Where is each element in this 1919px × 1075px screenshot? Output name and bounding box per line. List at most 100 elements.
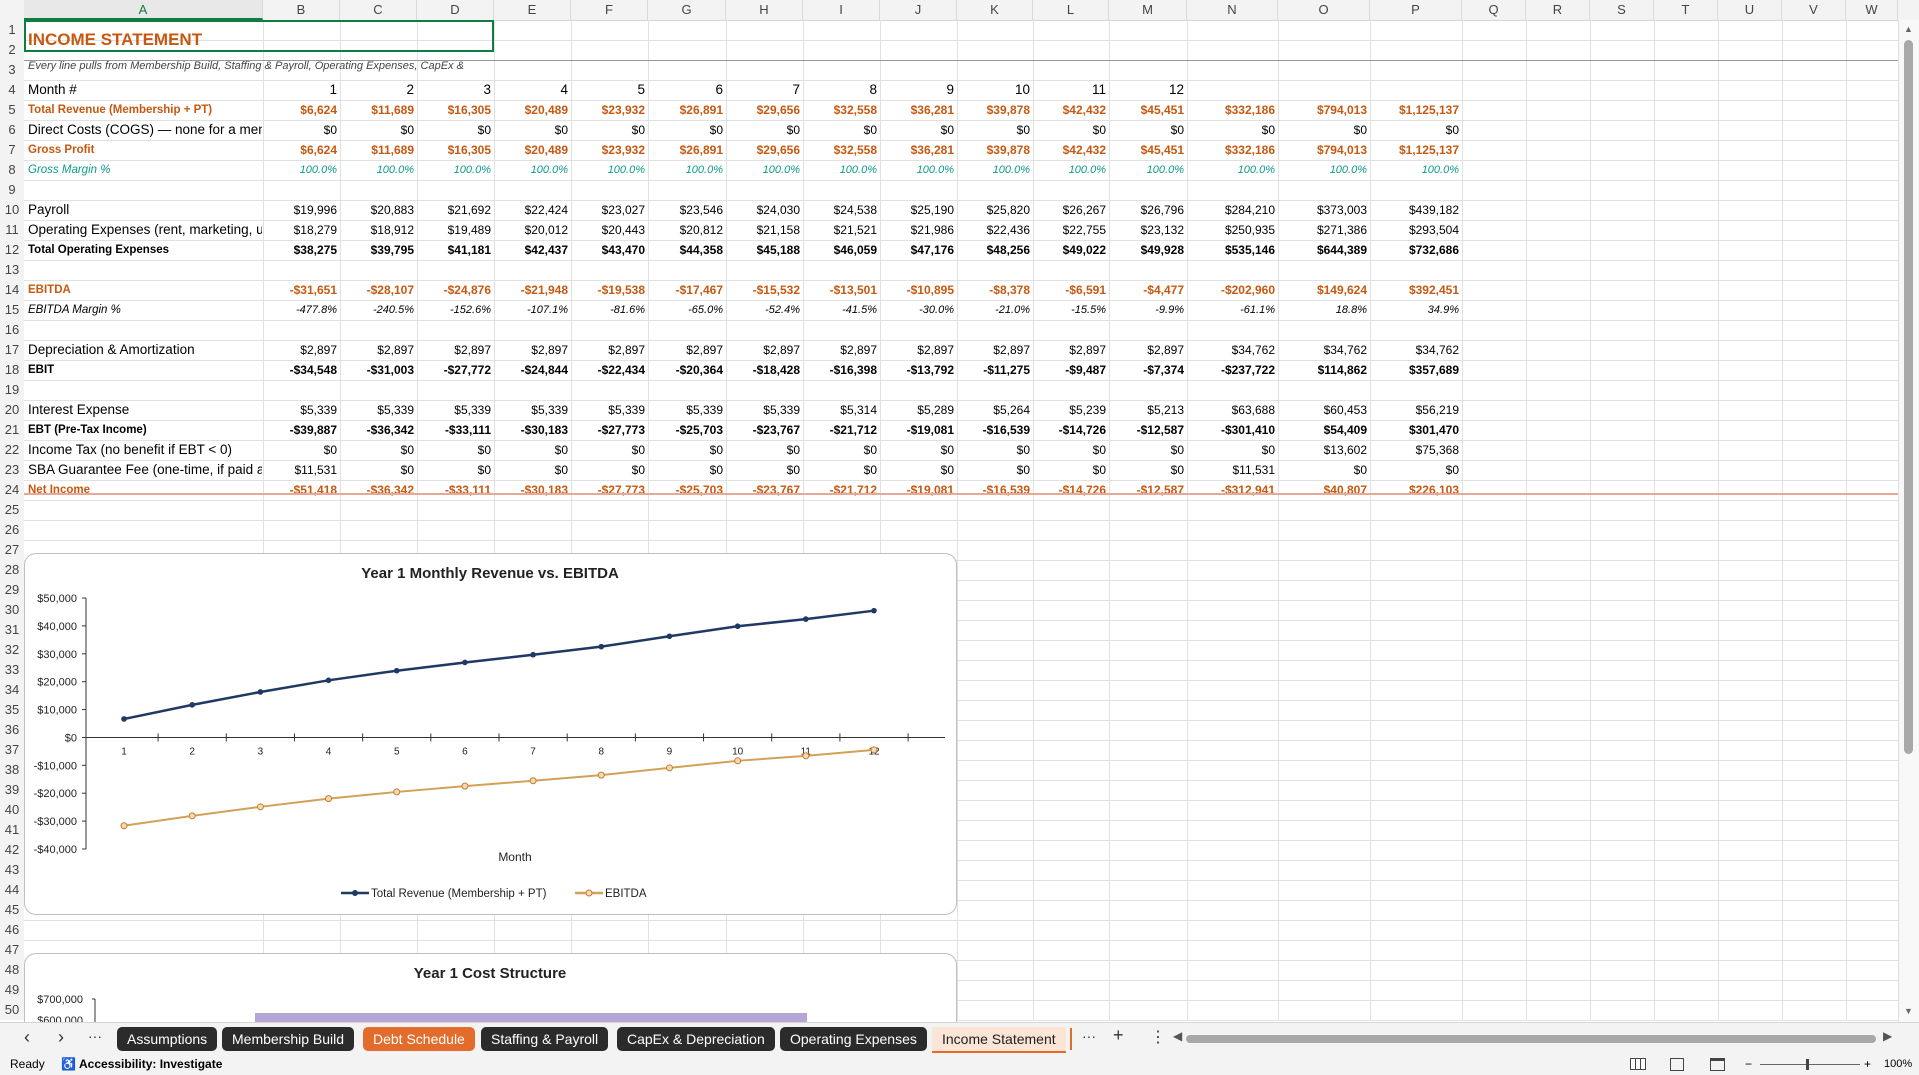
cell-g8[interactable]: 100.0% (648, 160, 726, 180)
series-ebitda-line[interactable] (123, 748, 875, 827)
revenue-point-11[interactable] (803, 616, 809, 622)
ebitda-point-12[interactable] (870, 746, 878, 754)
cell-k12[interactable]: $48,256 (957, 240, 1033, 260)
cell-j15[interactable]: -30.0% (880, 300, 957, 320)
column-header-i[interactable]: I (803, 0, 880, 20)
accessibility-icon[interactable]: ♿ (61, 1054, 76, 1075)
cell-c20[interactable]: $5,339 (340, 400, 417, 420)
cell-e6[interactable]: $0 (494, 120, 571, 140)
cell-n11[interactable]: $250,935 (1187, 220, 1278, 240)
cell-i10[interactable]: $24,538 (803, 200, 880, 220)
revenue-point-3[interactable] (257, 689, 264, 695)
cell-p14[interactable]: $392,451 (1370, 280, 1462, 300)
horizontal-scroll-thumb[interactable] (1186, 1035, 1876, 1043)
cell-o23[interactable]: $0 (1278, 460, 1370, 480)
cell-g6[interactable]: $0 (648, 120, 726, 140)
cell-k10[interactable]: $25,820 (957, 200, 1033, 220)
row-header-21[interactable]: 21 (0, 420, 24, 440)
cell-e18[interactable]: -$24,844 (494, 360, 571, 380)
cell-l24[interactable]: -$14,726 (1033, 480, 1109, 500)
cell-g15[interactable]: -65.0% (648, 300, 726, 320)
sheet-title[interactable]: INCOME STATEMENT (28, 28, 202, 52)
cell-i7[interactable]: $32,558 (803, 140, 880, 160)
cell-h6[interactable]: $0 (726, 120, 803, 140)
cell-c12[interactable]: $39,795 (340, 240, 417, 260)
row-header-11[interactable]: 11 (0, 220, 24, 240)
normal-view-icon[interactable] (1630, 1058, 1646, 1070)
row-label-10[interactable]: Payroll (28, 200, 262, 220)
cell-l18[interactable]: -$9,487 (1033, 360, 1109, 380)
cell-d12[interactable]: $41,181 (417, 240, 494, 260)
cell-d21[interactable]: -$33,111 (417, 420, 494, 440)
cell-e17[interactable]: $2,897 (494, 340, 571, 360)
row-header-8[interactable]: 8 (0, 160, 24, 180)
cell-b6[interactable]: $0 (263, 120, 340, 140)
cell-p8[interactable]: 100.0% (1370, 160, 1462, 180)
cell-f4[interactable]: 5 (571, 80, 648, 100)
cell-c11[interactable]: $18,912 (340, 220, 417, 240)
cell-f10[interactable]: $23,027 (571, 200, 648, 220)
cell-j17[interactable]: $2,897 (880, 340, 957, 360)
cell-e5[interactable]: $20,489 (494, 100, 571, 120)
prev-sheet-icon[interactable]: ‹ (24, 1027, 30, 1048)
cell-o20[interactable]: $60,453 (1278, 400, 1370, 420)
cell-m11[interactable]: $23,132 (1109, 220, 1187, 240)
cell-b17[interactable]: $2,897 (263, 340, 340, 360)
cell-f20[interactable]: $5,339 (571, 400, 648, 420)
cell-c4[interactable]: 2 (340, 80, 417, 100)
cell-k23[interactable]: $0 (957, 460, 1033, 480)
cell-k5[interactable]: $39,878 (957, 100, 1033, 120)
cell-j23[interactable]: $0 (880, 460, 957, 480)
cell-i6[interactable]: $0 (803, 120, 880, 140)
cell-o7[interactable]: $794,013 (1278, 140, 1370, 160)
cell-g24[interactable]: -$25,703 (648, 480, 726, 500)
cell-o22[interactable]: $13,602 (1278, 440, 1370, 460)
row-label-15[interactable]: EBITDA Margin % (28, 300, 262, 320)
row-header-39[interactable]: 39 (0, 780, 24, 800)
row-header-44[interactable]: 44 (0, 880, 24, 900)
row-header-38[interactable]: 38 (0, 760, 24, 780)
row-header-41[interactable]: 41 (0, 820, 24, 840)
row-header-5[interactable]: 5 (0, 100, 24, 120)
row-header-19[interactable]: 19 (0, 380, 24, 400)
cell-o12[interactable]: $644,389 (1278, 240, 1370, 260)
cell-i21[interactable]: -$21,712 (803, 420, 880, 440)
cell-j7[interactable]: $36,281 (880, 140, 957, 160)
row-header-20[interactable]: 20 (0, 400, 24, 420)
cell-n6[interactable]: $0 (1187, 120, 1278, 140)
revenue-point-5[interactable] (393, 667, 400, 674)
cell-o6[interactable]: $0 (1278, 120, 1370, 140)
row-label-18[interactable]: EBIT (28, 360, 262, 380)
cell-p20[interactable]: $56,219 (1370, 400, 1462, 420)
cell-n20[interactable]: $63,688 (1187, 400, 1278, 420)
revenue-ebitda-chart[interactable]: Year 1 Monthly Revenue vs. EBITDA $50,00… (24, 553, 957, 915)
cell-p15[interactable]: 34.9% (1370, 300, 1462, 320)
cell-m4[interactable]: 12 (1109, 80, 1187, 100)
revenue-point-8[interactable] (598, 643, 605, 650)
cell-k15[interactable]: -21.0% (957, 300, 1033, 320)
cell-m8[interactable]: 100.0% (1109, 160, 1187, 180)
cell-m23[interactable]: $0 (1109, 460, 1187, 480)
ebitda-point-2[interactable] (188, 812, 196, 820)
revenue-point-2[interactable] (189, 702, 195, 708)
cell-i24[interactable]: -$21,712 (803, 480, 880, 500)
vertical-scrollbar[interactable]: ▲ ▼ (1898, 20, 1919, 1022)
cell-e24[interactable]: -$30,183 (494, 480, 571, 500)
cell-l8[interactable]: 100.0% (1033, 160, 1109, 180)
ebitda-point-11[interactable] (802, 752, 810, 760)
cell-b24[interactable]: -$51,418 (263, 480, 340, 500)
cell-i12[interactable]: $46,059 (803, 240, 880, 260)
series-revenue-line[interactable] (123, 609, 875, 721)
cell-d14[interactable]: -$24,876 (417, 280, 494, 300)
cell-b21[interactable]: -$39,887 (263, 420, 340, 440)
row-header-6[interactable]: 6 (0, 120, 24, 140)
cell-f24[interactable]: -$27,773 (571, 480, 648, 500)
cell-o11[interactable]: $271,386 (1278, 220, 1370, 240)
cell-p4[interactable] (1370, 80, 1462, 100)
cell-k11[interactable]: $22,436 (957, 220, 1033, 240)
accessibility-status[interactable]: Accessibility: Investigate (79, 1054, 222, 1075)
column-header-m[interactable]: M (1109, 0, 1187, 20)
cell-c24[interactable]: -$36,342 (340, 480, 417, 500)
row-header-48[interactable]: 48 (0, 960, 24, 980)
cell-h5[interactable]: $29,656 (726, 100, 803, 120)
